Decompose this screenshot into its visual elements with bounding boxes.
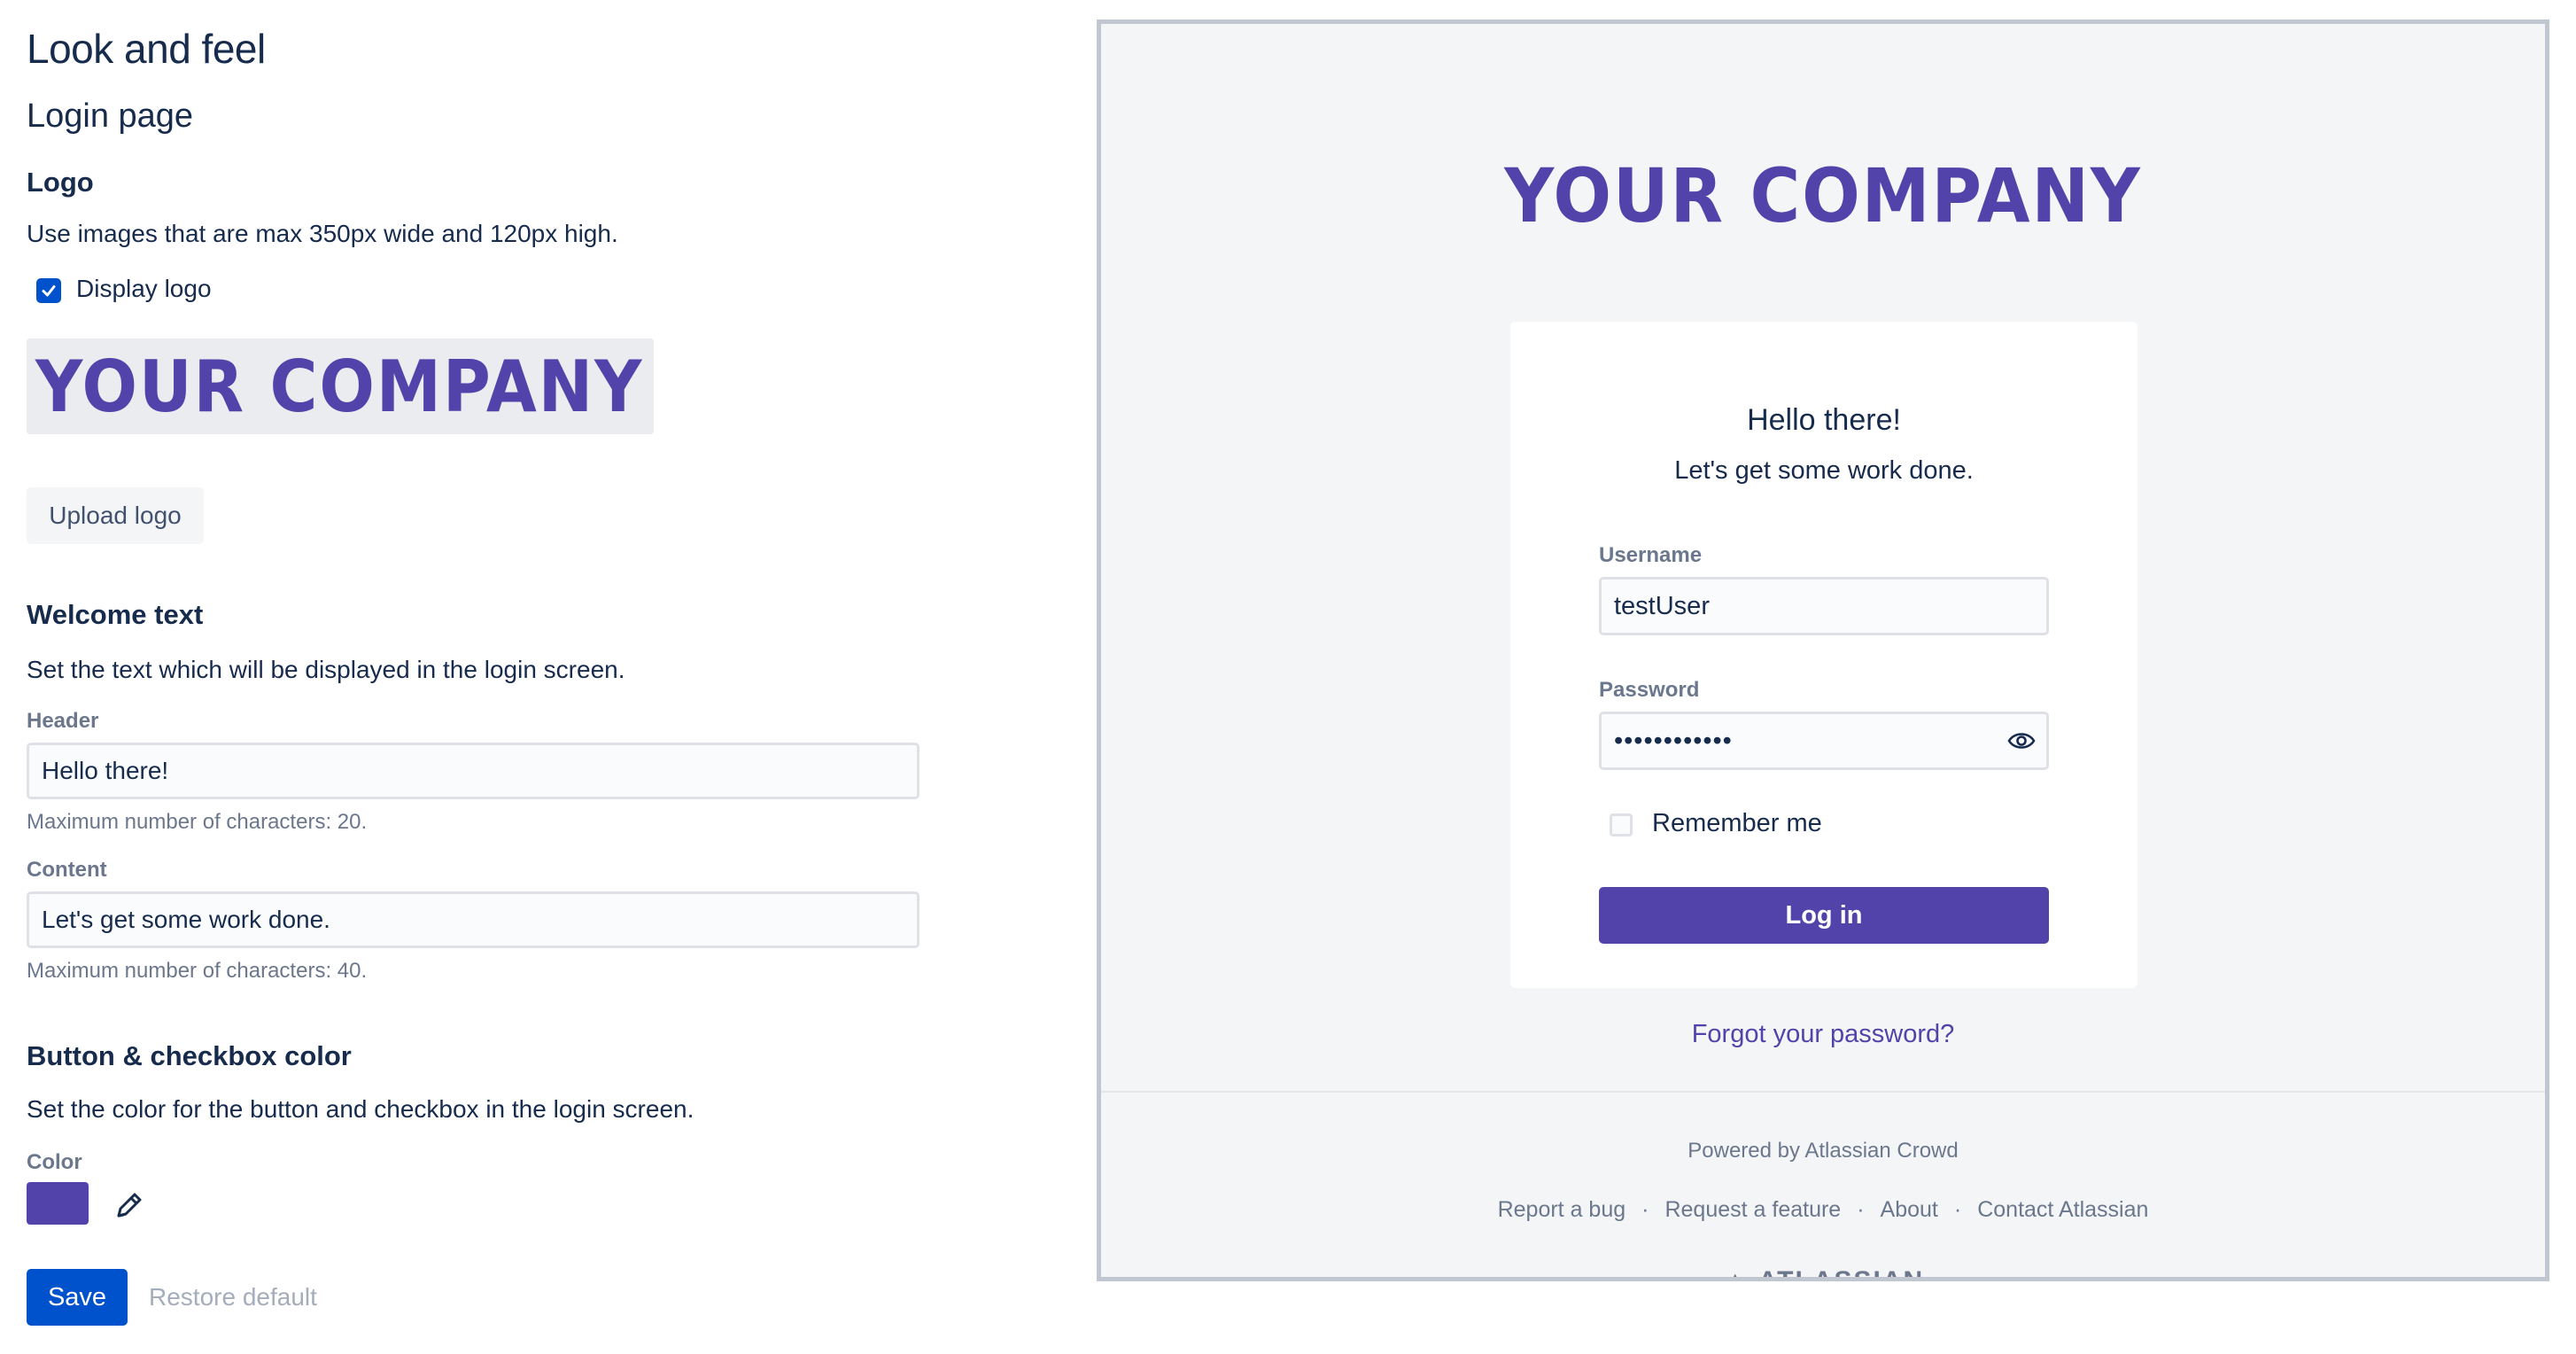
footer-link-report-bug[interactable]: Report a bug <box>1498 1197 1626 1223</box>
remember-me-checkbox[interactable] <box>1610 813 1633 837</box>
footer-link-request-feature[interactable]: Request a feature <box>1664 1197 1841 1223</box>
color-description: Set the color for the button and checkbo… <box>27 1095 694 1123</box>
content-help: Maximum number of characters: 40. <box>27 959 368 983</box>
password-input[interactable]: •••••••••••• <box>1599 712 2049 770</box>
logo-preview: YOUR COMPANY <box>27 338 654 434</box>
atlassian-brand: ▲ ATLASSIAN <box>1721 1266 1925 1281</box>
footer-links: Report a bug · Request a feature · About… <box>1101 1197 2545 1223</box>
password-label: Password <box>1599 678 1700 702</box>
footer-link-about[interactable]: About <box>1881 1197 1938 1223</box>
eye-icon[interactable] <box>2007 728 2036 753</box>
login-subtitle: Let's get some work done. <box>1674 456 1974 485</box>
upload-logo-button[interactable]: Upload logo <box>27 487 204 544</box>
save-button[interactable]: Save <box>27 1269 128 1326</box>
logo-heading: Logo <box>27 167 94 198</box>
header-help: Maximum number of characters: 20. <box>27 810 368 834</box>
content-input[interactable]: Let's get some work done. <box>27 891 919 948</box>
forgot-password-link[interactable]: Forgot your password? <box>1101 1020 2545 1049</box>
color-label: Color <box>27 1150 82 1174</box>
welcome-description: Set the text which will be displayed in … <box>27 656 625 683</box>
display-logo-label[interactable]: Display logo <box>76 275 212 303</box>
display-logo-checkbox[interactable] <box>36 278 61 303</box>
color-swatch[interactable] <box>27 1182 89 1225</box>
page-title: Look and feel <box>27 26 266 72</box>
login-preview: YOUR COMPANY Hello there! Let's get some… <box>1097 19 2549 1281</box>
checkmark-icon <box>42 285 56 297</box>
color-heading: Button & checkbox color <box>27 1040 352 1071</box>
password-value: •••••••••••• <box>1614 726 1733 755</box>
remember-me-label[interactable]: Remember me <box>1652 809 1822 838</box>
header-label: Header <box>27 709 99 733</box>
footer-separator: · <box>1641 1197 1649 1222</box>
login-title: Hello there! <box>1747 403 1901 437</box>
pencil-icon[interactable] <box>112 1187 147 1223</box>
preview-logo-text: YOUR COMPANY <box>1504 152 2142 239</box>
restore-default-button[interactable]: Restore default <box>149 1269 317 1326</box>
footer-separator: · <box>1857 1197 1865 1222</box>
content-label: Content <box>27 858 107 882</box>
login-card: Hello there! Let's get some work done. U… <box>1510 322 2138 988</box>
footer-divider <box>1101 1091 2545 1093</box>
welcome-heading: Welcome text <box>27 599 204 630</box>
footer-separator: · <box>1953 1197 1962 1222</box>
username-label: Username <box>1599 543 1703 567</box>
section-title: Login page <box>27 97 194 135</box>
logo-description: Use images that are max 350px wide and 1… <box>27 220 618 247</box>
logo-preview-text: YOUR COMPANY <box>35 345 644 428</box>
login-button[interactable]: Log in <box>1599 887 2049 944</box>
preview-logo: YOUR COMPANY <box>1101 152 2545 239</box>
header-input[interactable]: Hello there! <box>27 743 919 799</box>
powered-by-text: Powered by Atlassian Crowd <box>1688 1139 1959 1163</box>
username-input[interactable]: testUser <box>1599 577 2049 635</box>
footer-link-contact[interactable]: Contact Atlassian <box>1977 1197 2148 1223</box>
